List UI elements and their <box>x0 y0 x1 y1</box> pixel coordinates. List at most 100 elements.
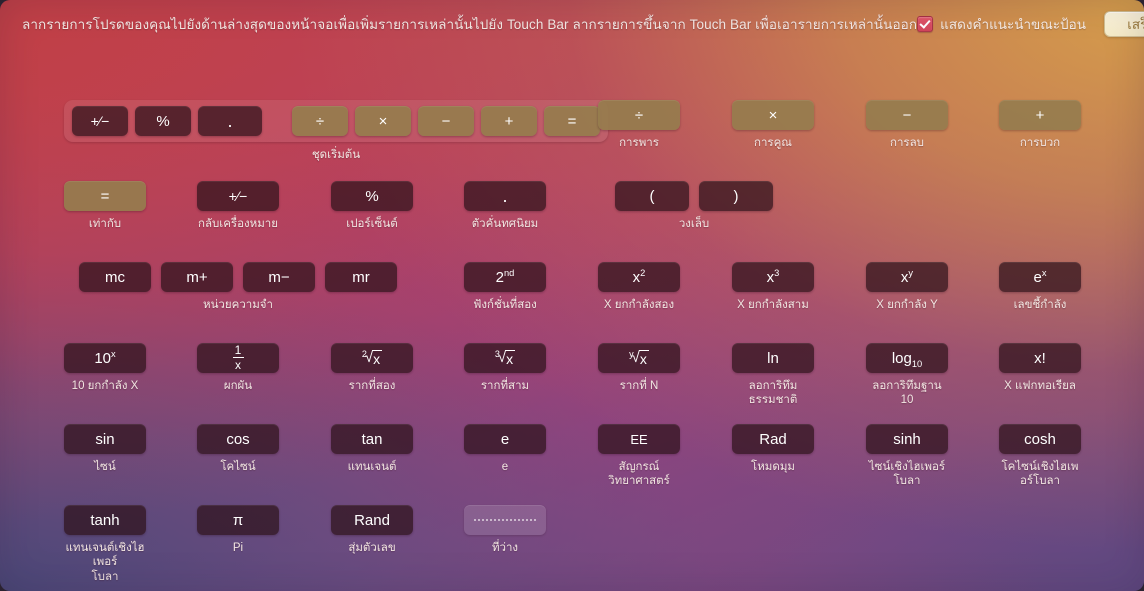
glyph-mr: mr <box>352 268 370 286</box>
item-x-squared[interactable]: x2 X ยกกำลังสอง <box>598 262 680 312</box>
item-e-to-x[interactable]: ex เลขชี้กำลัง <box>999 262 1081 312</box>
key-minus[interactable]: − <box>418 106 474 136</box>
item-multiply[interactable]: × การคูณ <box>732 100 814 150</box>
group-memory[interactable]: mc m+ m− mr หน่วยความจำ <box>79 262 397 312</box>
item-pi-caption: Pi <box>232 542 244 554</box>
key-log-base-10[interactable]: log10 <box>866 343 948 373</box>
key-equals[interactable]: = <box>544 106 600 136</box>
key-reciprocal[interactable]: 1x <box>197 343 279 373</box>
key-ten-to-x[interactable]: 10x <box>64 343 146 373</box>
key-equals-single[interactable]: = <box>64 181 146 211</box>
item-cube-root[interactable]: 3 √ x รากที่สาม <box>464 343 546 393</box>
key-x-squared[interactable]: x2 <box>598 262 680 292</box>
item-hyperbolic-cosine[interactable]: cosh โคไซน์เชิงไฮเพอร์โบลา <box>999 424 1081 489</box>
item-second-function[interactable]: 2nd ฟังก์ชั่นที่สอง <box>464 262 546 312</box>
group-parentheses[interactable]: ( ) วงเล็บ <box>615 181 773 231</box>
key-close-paren[interactable]: ) <box>699 181 773 211</box>
key-cosine[interactable]: cos <box>197 424 279 454</box>
item-blank-space[interactable]: ที่ว่าง <box>464 505 546 555</box>
key-mr[interactable]: mr <box>325 262 397 292</box>
glyph-x-squared: x2 <box>632 267 646 286</box>
glyph-tanh: tanh <box>90 511 120 529</box>
item-hyperbolic-tangent-caption: แทนเจนต์เชิงไฮเพอร์ โบลา <box>65 542 145 583</box>
key-plus-minus[interactable]: +⁄− <box>72 106 128 136</box>
show-typing-tips-control[interactable]: แสดงคำแนะนำขณะป้อน <box>917 13 1086 35</box>
item-reciprocal[interactable]: 1x ผกผัน <box>197 343 279 393</box>
item-x-to-y[interactable]: xy X ยกกำลัง Y <box>866 262 948 312</box>
key-multiply-single[interactable]: × <box>732 100 814 130</box>
item-angle-mode[interactable]: Rad โหมดมุม <box>732 424 814 474</box>
item-nth-root[interactable]: y √ x รากที่ N <box>598 343 680 393</box>
item-percent[interactable]: % เปอร์เซ็นต์ <box>331 181 413 231</box>
item-log-base-10[interactable]: log10 ลอการิทึมฐาน 10 <box>866 343 948 408</box>
item-hyperbolic-tangent[interactable]: tanh แทนเจนต์เชิงไฮเพอร์ โบลา <box>64 505 146 584</box>
item-euler-e[interactable]: e e <box>464 424 546 474</box>
glyph-multiply: × <box>378 112 388 130</box>
item-decimal[interactable]: . ตัวคั่นทศนิยม <box>464 181 546 231</box>
item-plus-minus[interactable]: +⁄− กลับเครื่องหมาย <box>197 181 279 231</box>
glyph-rand: Rand <box>354 511 390 529</box>
key-blank-space[interactable] <box>464 505 546 535</box>
key-open-paren[interactable]: ( <box>615 181 689 211</box>
glyph-close-paren: ) <box>733 187 739 205</box>
item-x-cubed[interactable]: x3 X ยกกำลังสาม <box>732 262 814 312</box>
group-default-set[interactable]: +⁄− % . ÷ × − + = ชุดเริ่มต้น <box>64 100 608 162</box>
item-natural-log[interactable]: ln ลอการิทึมธรรมชาติ <box>732 343 814 408</box>
key-sine[interactable]: sin <box>64 424 146 454</box>
key-factorial[interactable]: x! <box>999 343 1081 373</box>
glyph-nth-root: y √ x <box>629 349 649 367</box>
key-divide[interactable]: ÷ <box>292 106 348 136</box>
key-percent[interactable]: % <box>135 106 191 136</box>
item-ten-to-x[interactable]: 10x 10 ยกกำลัง X <box>64 343 146 393</box>
group-memory-caption: หน่วยความจำ <box>202 299 274 311</box>
item-plus[interactable]: + การบวก <box>999 100 1081 150</box>
key-minus-single[interactable]: − <box>866 100 948 130</box>
done-button[interactable]: เสร็จสิ้น <box>1103 11 1144 37</box>
key-mc[interactable]: mc <box>79 262 151 292</box>
key-divide-single[interactable]: ÷ <box>598 100 680 130</box>
key-decimal[interactable]: . <box>198 106 262 136</box>
key-multiply[interactable]: × <box>355 106 411 136</box>
key-pi[interactable]: π <box>197 505 279 535</box>
key-tangent[interactable]: tan <box>331 424 413 454</box>
group-default-set-caption: ชุดเริ่มต้น <box>311 149 361 161</box>
key-x-cubed[interactable]: x3 <box>732 262 814 292</box>
key-decimal-single[interactable]: . <box>464 181 546 211</box>
key-square-root[interactable]: 2 √ x <box>331 343 413 373</box>
key-plus-single[interactable]: + <box>999 100 1081 130</box>
key-e-to-x[interactable]: ex <box>999 262 1081 292</box>
key-hyperbolic-sine[interactable]: sinh <box>866 424 948 454</box>
item-minus[interactable]: − การลบ <box>866 100 948 150</box>
key-natural-log[interactable]: ln <box>732 343 814 373</box>
key-plus-minus-single[interactable]: +⁄− <box>197 181 279 211</box>
item-multiply-caption: การคูณ <box>754 137 792 149</box>
key-cube-root[interactable]: 3 √ x <box>464 343 546 373</box>
item-divide[interactable]: ÷ การพาร <box>598 100 680 150</box>
key-scientific-notation[interactable]: EE <box>598 424 680 454</box>
item-random[interactable]: Rand สุ่มตัวเลข <box>331 505 413 555</box>
item-pi[interactable]: π Pi <box>197 505 279 555</box>
item-factorial[interactable]: x! X แฟกทอเรียล <box>999 343 1081 393</box>
key-hyperbolic-cosine[interactable]: cosh <box>999 424 1081 454</box>
show-typing-tips-checkbox[interactable] <box>917 16 934 32</box>
item-scientific-notation[interactable]: EE สัญกรณ์วิทยาศาสตร์ <box>598 424 680 489</box>
item-sine[interactable]: sin ไซน์ <box>64 424 146 474</box>
key-angle-mode[interactable]: Rad <box>732 424 814 454</box>
item-square-root[interactable]: 2 √ x รากที่สอง <box>331 343 413 393</box>
key-euler-e[interactable]: e <box>464 424 546 454</box>
item-equals[interactable]: = เท่ากับ <box>64 181 146 231</box>
key-nth-root[interactable]: y √ x <box>598 343 680 373</box>
item-blank-space-caption: ที่ว่าง <box>491 542 519 554</box>
key-hyperbolic-tangent[interactable]: tanh <box>64 505 146 535</box>
item-tangent[interactable]: tan แทนเจนต์ <box>331 424 413 474</box>
key-random[interactable]: Rand <box>331 505 413 535</box>
item-cosine[interactable]: cos โคไซน์ <box>197 424 279 474</box>
key-second-function[interactable]: 2nd <box>464 262 546 292</box>
item-random-caption: สุ่มตัวเลข <box>348 542 396 554</box>
key-percent-single[interactable]: % <box>331 181 413 211</box>
key-plus[interactable]: + <box>481 106 537 136</box>
item-hyperbolic-sine[interactable]: sinh ไซน์เชิงไฮเพอร์โบลา <box>866 424 948 489</box>
key-m-plus[interactable]: m+ <box>161 262 233 292</box>
key-m-minus[interactable]: m− <box>243 262 315 292</box>
key-x-to-y[interactable]: xy <box>866 262 948 292</box>
